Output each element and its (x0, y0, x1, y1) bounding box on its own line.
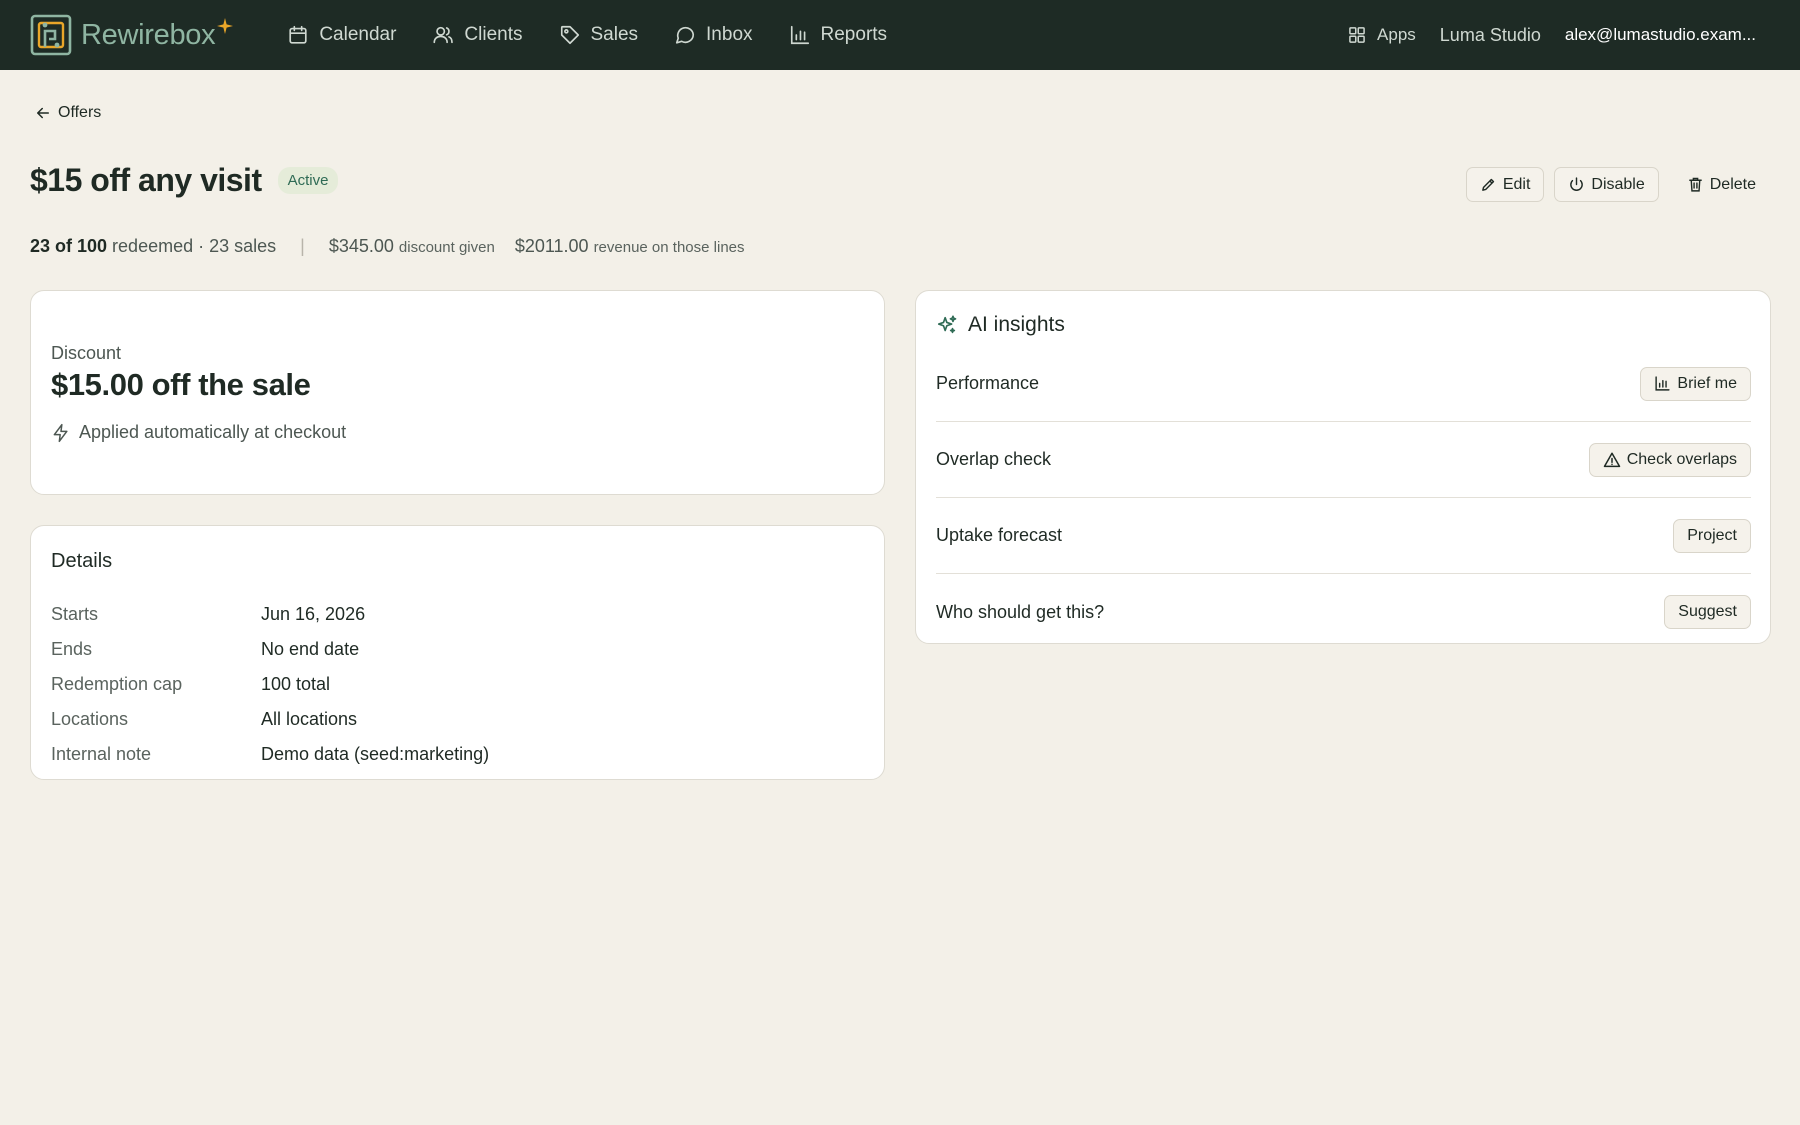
logo-mark-icon (30, 14, 72, 56)
ai-row-label: Who should get this? (936, 601, 1105, 622)
ai-row-audience: Who should get this? Suggest (936, 574, 1751, 650)
nav-item-clients[interactable]: Clients (414, 0, 540, 70)
sparkles-icon (937, 315, 957, 334)
user-menu[interactable]: alex@lumastudio.exam... (1565, 25, 1756, 45)
detail-value: Demo data (seed:marketing) (261, 744, 490, 764)
redeemed-suffix: redeemed · 23 sales (112, 236, 277, 256)
discount-note-text: Applied automatically at checkout (79, 422, 347, 442)
discount-label: Discount (51, 343, 122, 363)
power-icon (1570, 177, 1584, 191)
delete-label: Delete (1709, 175, 1756, 193)
status-badge: Active (277, 167, 339, 194)
revenue-label: revenue on those lines (593, 239, 745, 256)
details-card: Details Starts Jun 16, 2026 Ends No end … (30, 525, 885, 780)
details-title: Details (51, 550, 113, 572)
top-nav: Rewirebox Calendar Clients Sales Inbox R… (0, 0, 1800, 70)
lightning-icon (53, 423, 68, 442)
offer-actions: Edit Disable Delete (1465, 167, 1770, 202)
page-title: $15 off any visit (30, 162, 262, 198)
sparkle-icon (217, 18, 234, 34)
grid-icon (1349, 27, 1365, 43)
trash-icon (1688, 177, 1702, 192)
edit-label: Edit (1502, 175, 1531, 193)
nav-label: Reports (820, 24, 888, 45)
detail-key: Internal note (51, 744, 152, 764)
detail-key: Starts (51, 604, 99, 624)
ai-row-label: Uptake forecast (936, 525, 1063, 545)
nav-item-calendar[interactable]: Calendar (269, 0, 414, 70)
studio-switcher[interactable]: Luma Studio (1440, 25, 1541, 46)
nav-item-inbox[interactable]: Inbox (656, 0, 770, 70)
check-overlaps-button[interactable]: Check overlaps (1588, 442, 1751, 477)
ai-row-label: Performance (936, 373, 1040, 393)
detail-key: Ends (51, 639, 93, 659)
detail-row-ends: Ends No end date (51, 632, 489, 667)
detail-row-internal-note: Internal note Demo data (seed:marketing) (51, 737, 489, 772)
calendar-icon (289, 25, 307, 44)
project-label: Project (1687, 526, 1737, 544)
nav-right: Apps Luma Studio alex@lumastudio.exam... (1347, 0, 1756, 70)
stats-divider: | (300, 236, 305, 256)
detail-value: All locations (261, 709, 358, 729)
redeemed-count: 23 of 100 (30, 236, 108, 256)
discount-card: Discount $15.00 off the sale Applied aut… (30, 290, 885, 495)
brand-name: Rewirebox (81, 18, 216, 51)
brief-me-label: Brief me (1677, 374, 1737, 392)
revenue-amount: $2011.00 (514, 236, 589, 256)
users-icon (433, 26, 454, 44)
project-button[interactable]: Project (1673, 518, 1751, 553)
detail-row-redemption-cap: Redemption cap 100 total (51, 667, 489, 702)
ai-row-performance: Performance Brief me (936, 346, 1751, 422)
detail-key: Locations (51, 709, 129, 729)
disable-button[interactable]: Disable (1554, 167, 1659, 202)
suggest-button[interactable]: Suggest (1664, 595, 1751, 629)
discount-value: $15.00 off the sale (51, 367, 311, 402)
detail-key: Redemption cap (51, 674, 183, 694)
details-list: Starts Jun 16, 2026 Ends No end date Red… (51, 597, 489, 772)
detail-value: Jun 16, 2026 (261, 604, 366, 624)
detail-row-starts: Starts Jun 16, 2026 (51, 597, 489, 632)
title-row: $15 off any visit Active (30, 162, 339, 199)
arrow-left-icon (37, 107, 49, 119)
back-label: Offers (58, 104, 102, 121)
offer-stats: 23 of 100 redeemed · 23 sales | $345.00 … (30, 236, 745, 257)
delete-button[interactable]: Delete (1673, 167, 1770, 202)
brief-me-button[interactable]: Brief me (1640, 366, 1751, 401)
apps-button[interactable]: Apps (1347, 25, 1416, 45)
discount-note: Applied automatically at checkout (51, 422, 346, 443)
brand-logo[interactable]: Rewirebox (30, 0, 234, 70)
bar-chart-icon (790, 25, 809, 45)
nav-item-sales[interactable]: Sales (541, 0, 657, 70)
ai-row-overlap-check: Overlap check Check overlaps (936, 422, 1751, 498)
discount-given-label: discount given (398, 239, 495, 256)
discount-given-amount: $345.00 (328, 236, 394, 256)
bar-chart-icon (1655, 376, 1671, 391)
nav-label: Sales (590, 24, 639, 45)
pencil-icon (1481, 178, 1494, 191)
ai-insights-card: AI insights Performance Brief me Overlap… (915, 290, 1771, 644)
nav-label: Calendar (319, 24, 397, 45)
warning-icon (1603, 452, 1620, 467)
ai-insights-title: AI insights (968, 313, 1065, 336)
check-overlaps-label: Check overlaps (1626, 450, 1737, 468)
suggest-label: Suggest (1678, 603, 1737, 620)
ai-row-label: Overlap check (936, 449, 1052, 469)
main-nav: Calendar Clients Sales Inbox Reports (269, 0, 905, 70)
detail-value: 100 total (261, 674, 331, 694)
nav-label: Clients (464, 24, 523, 45)
edit-button[interactable]: Edit (1465, 167, 1545, 202)
ai-row-uptake-forecast: Uptake forecast Project (936, 498, 1751, 574)
ai-insights-header: AI insights (936, 313, 1065, 337)
ai-insights-list: Performance Brief me Overlap check Check… (936, 346, 1751, 650)
tag-icon (560, 25, 579, 45)
detail-row-locations: Locations All locations (51, 702, 489, 737)
detail-value: No end date (261, 639, 360, 659)
message-icon (675, 26, 695, 44)
disable-label: Disable (1591, 175, 1645, 193)
apps-label: Apps (1377, 25, 1416, 44)
nav-item-reports[interactable]: Reports (771, 0, 906, 70)
back-to-offers-link[interactable]: Offers (34, 104, 101, 122)
nav-label: Inbox (706, 24, 753, 45)
